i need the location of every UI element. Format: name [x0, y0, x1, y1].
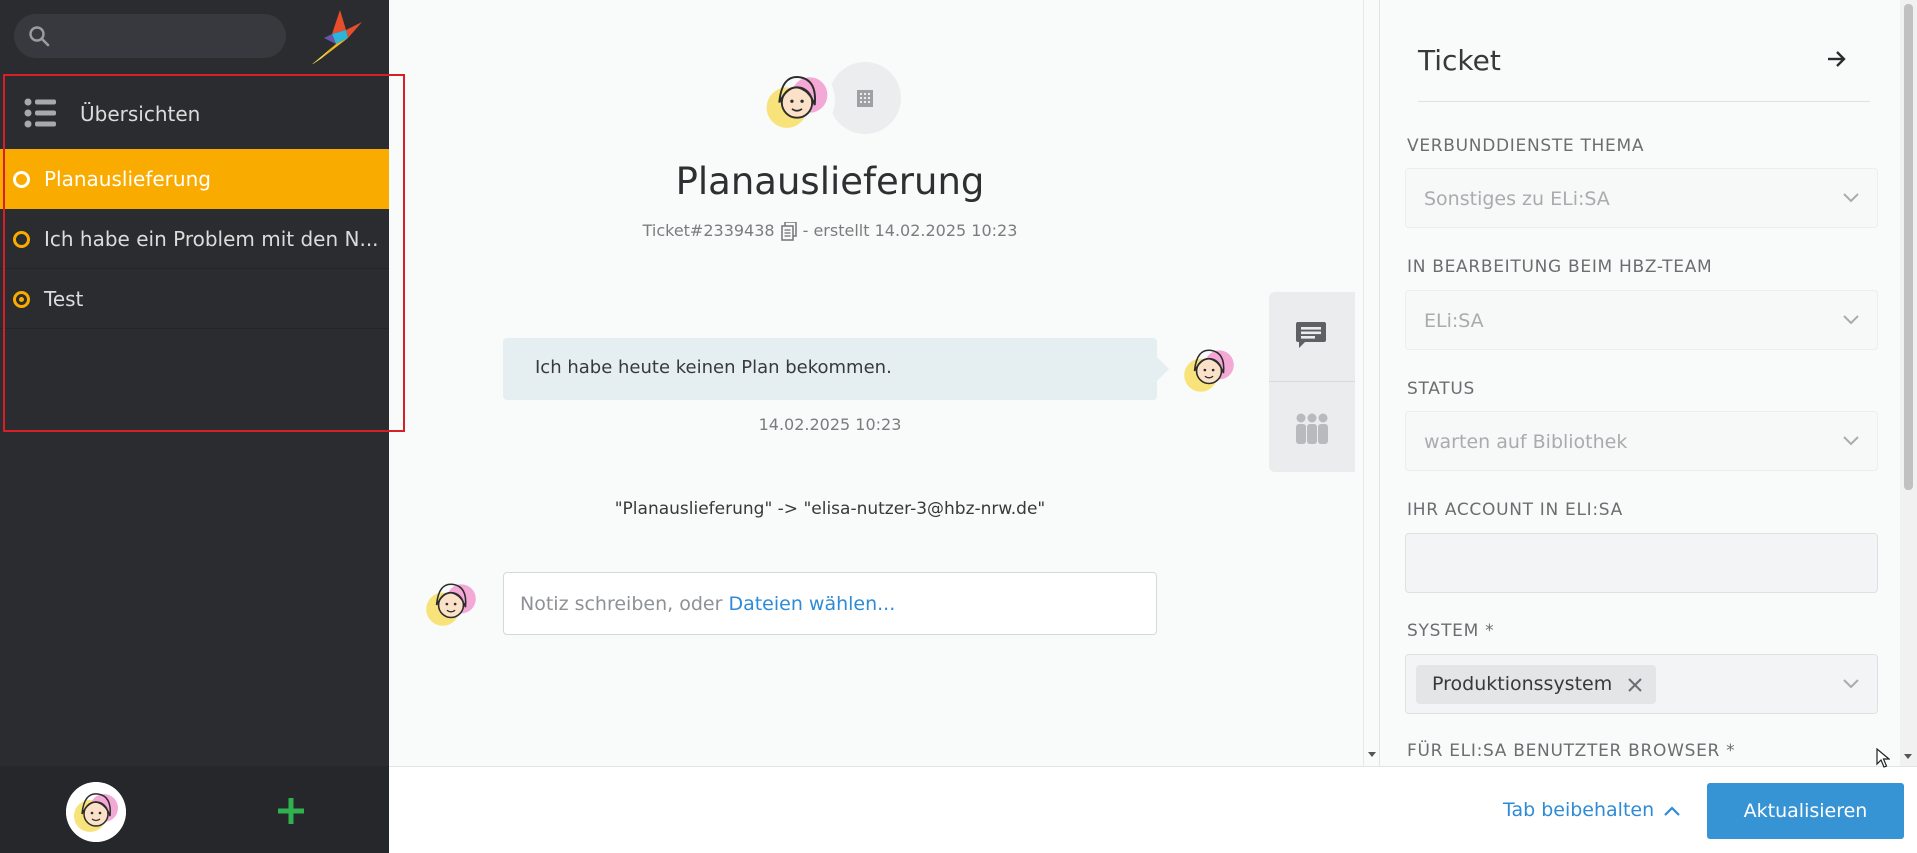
account-input[interactable]: [1405, 533, 1878, 593]
list-icon: [24, 98, 56, 128]
mouse-cursor-icon: [1876, 748, 1890, 768]
conversation-button[interactable]: [1269, 292, 1355, 382]
note-placeholder: Notiz schreiben, oder Dateien wählen...: [520, 593, 895, 615]
avatar-illustration-icon: [759, 62, 835, 138]
chevron-up-icon: [1664, 805, 1680, 816]
people-icon: [1296, 413, 1328, 444]
add-icon[interactable]: [278, 798, 304, 824]
note-placeholder-text: Notiz schreiben, oder: [520, 593, 729, 615]
ticket-number: Ticket#2339438: [642, 221, 775, 240]
scrollbar-thumb[interactable]: [1904, 4, 1913, 490]
ticket-action-panel: [1269, 292, 1355, 472]
sidebar-tab-label: Ich habe ein Problem mit den N...: [44, 227, 379, 251]
ticket-content-area: Planauslieferung Ticket#2339438 - erstel…: [389, 0, 1363, 766]
chat-icon: [1296, 322, 1326, 348]
customer-info-button[interactable]: [1269, 382, 1355, 472]
article-author-avatar[interactable]: [1178, 338, 1240, 400]
arrow-right-icon[interactable]: [1827, 50, 1847, 68]
field-label-system: System *: [1407, 621, 1495, 641]
sidebar-item-overviews[interactable]: Übersichten: [0, 82, 389, 146]
ticket-sidebar-panel: Ticket Verbunddienste Thema Sonstiges zu…: [1379, 0, 1900, 766]
close-icon[interactable]: [1628, 678, 1642, 692]
field-label-topic: Verbunddienste Thema: [1407, 136, 1645, 156]
keep-tab-button[interactable]: Tab beibehalten: [1503, 799, 1680, 821]
ticket-meta: Ticket#2339438 - erstellt 14.02.2025 10:…: [389, 221, 1271, 241]
zammad-logo-icon[interactable]: [302, 8, 364, 64]
avatar-illustration-icon: [1178, 338, 1240, 400]
field-label-team: In Bearbeitung beim hbz-Team: [1407, 257, 1713, 277]
system-notification-line: "Planauslieferung" -> "elisa-nutzer-3@hb…: [614, 499, 1046, 519]
note-input[interactable]: Notiz schreiben, oder Dateien wählen...: [503, 572, 1157, 635]
selected-token: Produktionssystem: [1416, 665, 1657, 704]
sidebar-item-label: Übersichten: [80, 102, 201, 126]
article-bubble[interactable]: Ich habe heute keinen Plan bekommen.: [503, 338, 1169, 400]
select-value: Sonstiges zu ELi:SA: [1424, 188, 1610, 210]
divider: [1418, 101, 1870, 102]
chevron-down-icon: [1843, 193, 1859, 203]
avatar-illustration-icon: [420, 572, 482, 634]
select-team[interactable]: ELi:SA: [1405, 290, 1878, 350]
update-button[interactable]: Aktualisieren: [1707, 783, 1904, 839]
chevron-down-icon: [1843, 679, 1859, 689]
article-timestamp: 14.02.2025 10:23: [758, 415, 902, 434]
search-input[interactable]: [14, 14, 286, 58]
copy-icon[interactable]: [780, 222, 797, 241]
keep-tab-label: Tab beibehalten: [1503, 799, 1655, 821]
building-icon: [857, 90, 873, 107]
bottom-action-bar: Tab beibehalten Aktualisieren: [389, 766, 1917, 853]
customer-avatar[interactable]: [759, 62, 835, 138]
search-icon: [29, 26, 50, 47]
select-topic[interactable]: Sonstiges zu ELi:SA: [1405, 168, 1878, 228]
organization-avatar[interactable]: [829, 62, 901, 134]
token-label: Produktionssystem: [1432, 673, 1613, 695]
sidebar-tab-planauslieferung[interactable]: Planauslieferung: [0, 149, 389, 209]
panel-scrollbar[interactable]: [1900, 0, 1917, 766]
sidebar-tab-label: Planauslieferung: [44, 167, 211, 191]
panel-title: Ticket: [1418, 44, 1501, 77]
sidebar-tab-label: Test: [44, 287, 84, 311]
status-dot-icon: [13, 291, 30, 308]
article-text: Ich habe heute keinen Plan bekommen.: [535, 357, 892, 378]
chevron-down-icon: [1843, 436, 1859, 446]
select-system[interactable]: Produktionssystem: [1405, 654, 1878, 714]
chevron-down-icon: [1843, 315, 1859, 325]
sidebar-tab-test[interactable]: Test: [0, 269, 389, 329]
field-label-status: Status: [1407, 379, 1475, 399]
avatar-illustration-icon: [66, 782, 126, 842]
select-value: ELi:SA: [1424, 310, 1484, 332]
content-scrollbar[interactable]: [1363, 0, 1379, 766]
ticket-title[interactable]: Planauslieferung: [389, 160, 1271, 203]
sidebar-footer: [0, 766, 389, 853]
status-dot-icon: [13, 231, 30, 248]
field-label-browser: Für ELi:SA benutzter Browser *: [1407, 741, 1736, 761]
select-status[interactable]: warten auf Bibliothek: [1405, 411, 1878, 471]
status-dot-icon: [13, 171, 30, 188]
user-avatar[interactable]: [66, 782, 126, 842]
field-label-account: Ihr Account in ELi:SA: [1407, 500, 1623, 520]
select-value: warten auf Bibliothek: [1424, 431, 1628, 453]
current-user-avatar: [420, 572, 482, 634]
ticket-created: - erstellt 14.02.2025 10:23: [802, 221, 1018, 240]
sidebar: Übersichten Planauslieferung Ich habe ei…: [0, 0, 405, 853]
sidebar-tab-problem[interactable]: Ich habe ein Problem mit den N...: [0, 209, 389, 269]
choose-files-link[interactable]: Dateien wählen...: [728, 593, 895, 615]
